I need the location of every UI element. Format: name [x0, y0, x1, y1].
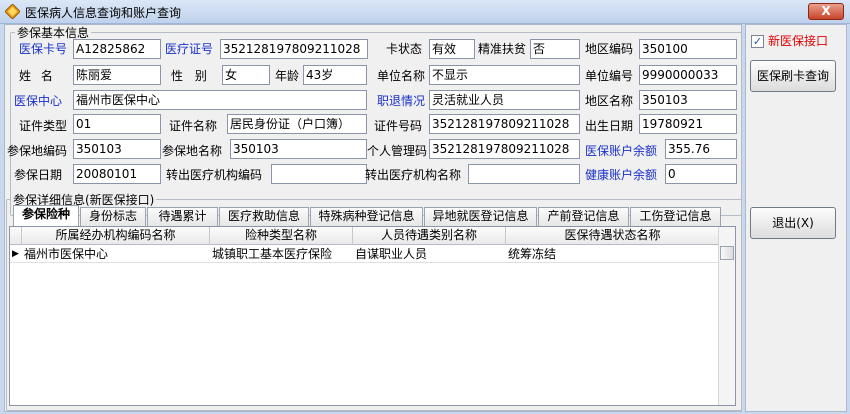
age-field[interactable]: 43岁: [303, 65, 367, 85]
ins-area-code-field[interactable]: 350103: [73, 139, 161, 159]
app-icon: [5, 4, 20, 19]
table-cell[interactable]: 福州市医保中心: [22, 246, 210, 263]
balance-label: 医保账户余额: [585, 144, 658, 158]
unit-no-label: 单位编号: [585, 69, 634, 83]
id-no-label: 证件号码: [374, 119, 423, 133]
insurance-table: 所属经办机构编码名称 险种类型名称 人员待遇类别名称 医保待遇状态名称 ▶ 福州…: [9, 226, 736, 406]
tab-benefit-total[interactable]: 待遇累计: [147, 207, 218, 226]
birth-label: 出生日期: [585, 119, 634, 133]
detail-tabs: 参保险种 身份标志 待遇累计 医疗救助信息 特殊病种登记信息 异地就医登记信息 …: [9, 205, 736, 226]
column-header[interactable]: 医保待遇状态名称: [506, 227, 720, 245]
retire-label: 职退情况: [377, 94, 426, 108]
new-interface-checkbox[interactable]: ✓: [751, 35, 764, 48]
medical-cert-label: 医疗证号: [165, 42, 214, 56]
scrollbar-thumb[interactable]: [720, 246, 734, 260]
gender-field[interactable]: 女: [222, 65, 270, 85]
ins-area-name-field[interactable]: 350103: [230, 139, 367, 159]
table-row[interactable]: ▶ 福州市医保中心 城镇职工基本医疗保险 自谋职业人员 统筹冻结: [10, 246, 720, 263]
row-indicator-header: [10, 227, 22, 245]
id-no-field[interactable]: 352128197809211028: [429, 114, 580, 134]
window-title: 医保病人信息查询和账户查询: [25, 6, 182, 20]
ins-area-code-label: 参保地编码: [7, 144, 68, 158]
side-panel: ✓ 新医保接口 医保刷卡查询 退出(X): [745, 24, 847, 412]
tab-prenatal[interactable]: 产前登记信息: [538, 207, 629, 226]
out-code-label: 转出医疗机构编码: [166, 168, 263, 182]
id-type-field[interactable]: 01: [73, 114, 161, 134]
close-button[interactable]: X: [808, 3, 844, 20]
id-name-label: 证件名称: [169, 119, 218, 133]
ins-date-field[interactable]: 20080101: [73, 164, 161, 184]
table-header: 所属经办机构编码名称 险种类型名称 人员待遇类别名称 医保待遇状态名称: [10, 227, 720, 245]
unit-name-label: 单位名称: [377, 69, 426, 83]
personal-no-field[interactable]: 352128197809211028: [429, 139, 580, 159]
card-query-button[interactable]: 医保刷卡查询: [750, 60, 836, 92]
table-cell[interactable]: 城镇职工基本医疗保险: [210, 246, 353, 263]
name-label: 姓 名: [19, 69, 56, 83]
health-balance-label: 健康账户余额: [585, 168, 658, 182]
unit-no-field[interactable]: 9990000033: [639, 65, 737, 85]
personal-no-label: 个人管理码: [367, 144, 428, 158]
area-code-field[interactable]: 350100: [639, 39, 737, 59]
tab-work-injury[interactable]: 工伤登记信息: [630, 207, 721, 226]
poverty-label: 精准扶贫: [478, 42, 527, 56]
title-bar: 医保病人信息查询和账户查询 X: [0, 0, 850, 24]
current-row-marker: ▶: [12, 249, 19, 259]
card-no-label: 医保卡号: [19, 42, 68, 56]
table-scrollbar[interactable]: [718, 227, 735, 405]
area-name-field[interactable]: 350103: [639, 90, 737, 110]
unit-name-field[interactable]: 不显示: [429, 65, 580, 85]
center-label: 医保中心: [14, 94, 63, 108]
table-cell[interactable]: 自谋职业人员: [353, 246, 506, 263]
area-code-label: 地区编码: [585, 42, 634, 56]
birth-field[interactable]: 19780921: [639, 114, 737, 134]
tab-special-disease[interactable]: 特殊病种登记信息: [310, 207, 423, 226]
exit-button[interactable]: 退出(X): [750, 207, 836, 239]
new-interface-label: 新医保接口: [768, 34, 829, 48]
column-header[interactable]: 所属经办机构编码名称: [22, 227, 210, 245]
column-header[interactable]: 人员待遇类别名称: [353, 227, 506, 245]
table-cell[interactable]: 统筹冻结: [506, 246, 720, 263]
out-name-label: 转出医疗机构名称: [365, 168, 462, 182]
poverty-field[interactable]: 否: [530, 39, 580, 59]
out-code-field[interactable]: [271, 164, 367, 184]
tab-insurance-type[interactable]: 参保险种: [13, 205, 79, 226]
age-label: 年龄: [275, 69, 300, 83]
id-type-label: 证件类型: [19, 119, 68, 133]
card-no-field[interactable]: A12825862: [73, 39, 161, 59]
ins-date-label: 参保日期: [14, 168, 63, 182]
medical-cert-field[interactable]: 352128197809211028: [220, 39, 368, 59]
id-name-field[interactable]: 居民身份证（户口簿）: [227, 114, 367, 134]
tab-identity[interactable]: 身份标志: [80, 207, 146, 226]
center-field[interactable]: 福州市医保中心: [73, 90, 367, 110]
name-field[interactable]: 陈丽爱: [73, 65, 161, 85]
retire-field[interactable]: 灵活就业人员: [429, 90, 580, 110]
area-name-label: 地区名称: [585, 94, 634, 108]
tab-remote-medical[interactable]: 异地就医登记信息: [424, 207, 537, 226]
balance-field[interactable]: 355.76: [665, 139, 737, 159]
column-header[interactable]: 险种类型名称: [210, 227, 353, 245]
health-balance-field[interactable]: 0: [665, 164, 737, 184]
gender-label: 性 别: [171, 69, 211, 83]
out-name-field[interactable]: [468, 164, 580, 184]
card-status-field[interactable]: 有效: [429, 39, 475, 59]
tab-medical-aid[interactable]: 医疗救助信息: [219, 207, 309, 226]
ins-area-name-label: 参保地名称: [162, 144, 223, 158]
card-status-label: 卡状态: [386, 42, 423, 56]
